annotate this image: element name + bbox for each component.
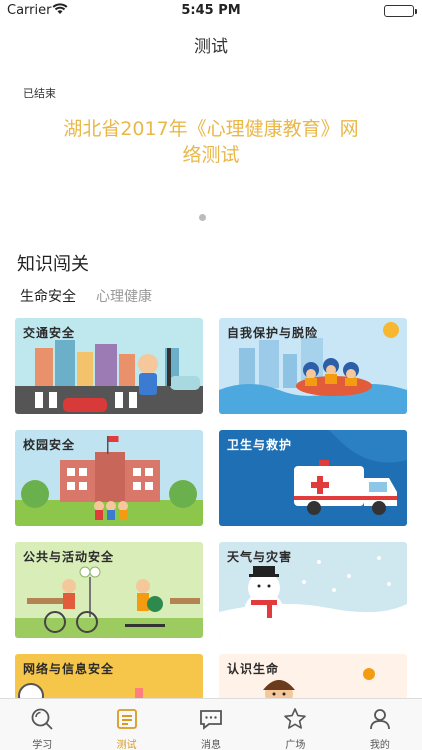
- search-icon: [31, 708, 53, 730]
- exam-banner[interactable]: 已结束 湖北省2017年《心理健康教育》网络测试: [0, 82, 422, 232]
- page-title: 测试: [194, 37, 228, 57]
- category-tabs: 生命安全 心理健康: [20, 286, 152, 306]
- topic-card-self-protection[interactable]: 自我保护与脱险: [219, 318, 407, 414]
- tab-profile[interactable]: 我的: [338, 699, 422, 750]
- topic-card-traffic[interactable]: 交通安全: [15, 318, 203, 414]
- tab-label: 消息: [201, 740, 222, 750]
- tab-study[interactable]: 学习: [0, 699, 84, 750]
- bottom-tab-bar: 学习 测试 消息 广场 我的: [0, 698, 422, 750]
- topic-card-health[interactable]: 卫生与救护: [219, 430, 407, 526]
- card-label: 网络与信息安全: [23, 662, 115, 676]
- battery-icon: [384, 5, 417, 17]
- card-label: 校园安全: [23, 438, 76, 452]
- tab-label: 广场: [285, 740, 306, 750]
- topic-card-weather[interactable]: 天气与灾害: [219, 542, 407, 638]
- tab-label: 我的: [369, 740, 390, 750]
- star-icon: [284, 708, 307, 729]
- section-title: 知识闯关: [17, 254, 89, 275]
- status-badge: 已结束: [23, 87, 56, 100]
- card-label: 交通安全: [23, 326, 76, 340]
- card-label: 卫生与救护: [227, 438, 293, 452]
- clock: 5:45 PM: [181, 3, 241, 18]
- tab-label: 测试: [116, 740, 137, 750]
- card-label: 自我保护与脱险: [227, 326, 319, 340]
- status-bar: Carrier 5:45 PM: [0, 0, 422, 22]
- tab-square[interactable]: 广场: [253, 699, 337, 750]
- page-indicator-dot: [199, 214, 206, 221]
- topic-card-public[interactable]: 公共与活动安全: [15, 542, 203, 638]
- tab-mental-health[interactable]: 心理健康: [96, 286, 152, 306]
- banner-title[interactable]: 湖北省2017年《心理健康教育》网络测试: [55, 116, 367, 168]
- card-label: 天气与灾害: [227, 550, 293, 564]
- tab-label: 学习: [32, 740, 53, 750]
- topic-card-school[interactable]: 校园安全: [15, 430, 203, 526]
- tab-test[interactable]: 测试: [84, 699, 168, 750]
- tab-messages[interactable]: 消息: [169, 699, 253, 750]
- test-icon: [116, 709, 137, 729]
- card-label: 公共与活动安全: [23, 550, 115, 564]
- card-label: 认识生命: [227, 662, 280, 676]
- message-icon: [200, 710, 222, 730]
- profile-icon: [369, 709, 390, 730]
- tab-life-safety[interactable]: 生命安全: [20, 286, 76, 306]
